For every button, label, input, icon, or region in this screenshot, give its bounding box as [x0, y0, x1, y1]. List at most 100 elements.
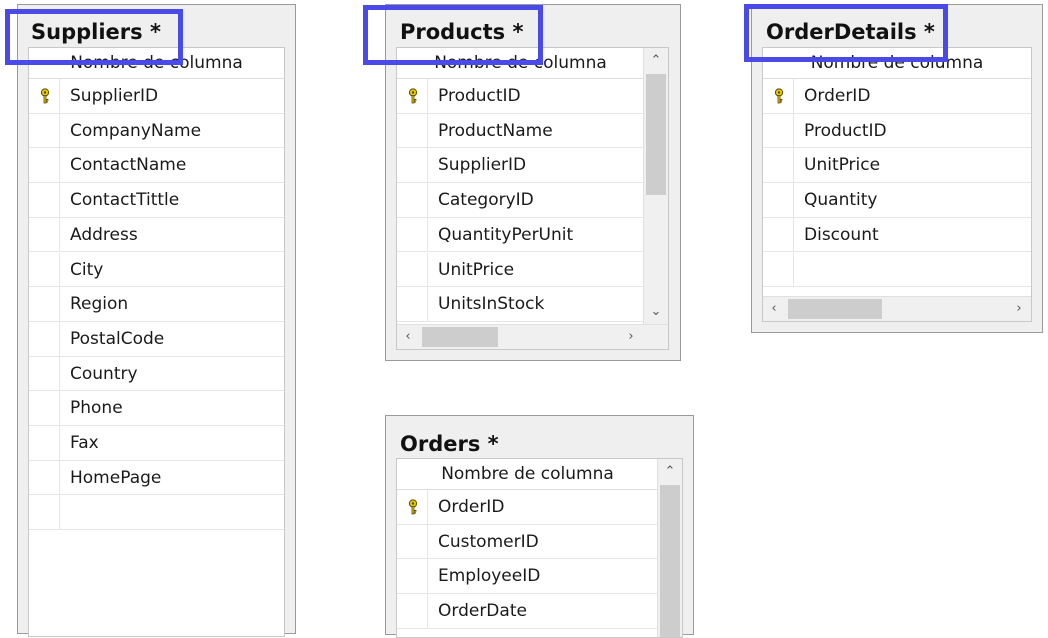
row-selector[interactable]: [397, 148, 428, 183]
table-row[interactable]: CompanyName: [29, 113, 284, 149]
table-row[interactable]: ProductID: [397, 79, 644, 114]
chevron-right-icon[interactable]: ›: [1010, 300, 1028, 318]
row-selector[interactable]: [29, 356, 60, 391]
row-selector[interactable]: [29, 391, 60, 425]
table-row[interactable]: QuantityPerUnit: [397, 217, 644, 253]
column-name: ContactTittle: [70, 190, 180, 211]
products-column-grid[interactable]: Nombre de columna ProductID ProductName Su…: [396, 47, 669, 350]
table-row[interactable]: UnitPrice: [397, 252, 644, 288]
table-row-empty[interactable]: [763, 252, 1031, 288]
row-selector[interactable]: [29, 495, 60, 530]
column-name: UnitPrice: [438, 259, 515, 280]
column-name: QuantityPerUnit: [438, 224, 574, 245]
table-row[interactable]: Quantity: [763, 183, 1031, 218]
table-row[interactable]: OrderDate: [397, 594, 658, 629]
table-row[interactable]: UnitsInStock: [397, 287, 644, 322]
table-row[interactable]: Address: [29, 217, 284, 253]
row-selector[interactable]: [397, 252, 428, 287]
row-selector[interactable]: [397, 490, 428, 524]
orders-title[interactable]: Orders *: [400, 432, 499, 456]
column-name: SupplierID: [70, 86, 159, 106]
row-selector[interactable]: [763, 79, 794, 113]
row-selector[interactable]: [397, 524, 428, 559]
column-name: EmployeeID: [438, 566, 541, 587]
chevron-down-icon[interactable]: ⌄: [647, 303, 665, 321]
suppliers-column-grid[interactable]: Nombre de columna SupplierID CompanyName C…: [28, 47, 285, 637]
table-row[interactable]: ProductID: [763, 113, 1031, 149]
column-name: Fax: [70, 433, 99, 453]
row-selector[interactable]: [397, 183, 428, 217]
row-selector[interactable]: [763, 217, 794, 252]
table-row[interactable]: ProductName: [397, 113, 644, 149]
table-row[interactable]: Region: [29, 287, 284, 322]
row-selector[interactable]: [763, 148, 794, 183]
column-name: Phone: [70, 398, 123, 419]
chevron-left-icon[interactable]: ‹: [399, 328, 417, 346]
table-row[interactable]: UnitPrice: [763, 148, 1031, 184]
row-selector[interactable]: [29, 183, 60, 217]
row-selector[interactable]: [29, 113, 60, 148]
table-row-empty[interactable]: [29, 495, 284, 531]
row-selector[interactable]: [397, 594, 428, 628]
products-vertical-scrollbar[interactable]: ⌃ ⌄: [643, 48, 668, 325]
orderdetails-title-highlight: [744, 4, 948, 62]
products-vertical-scroll-thumb[interactable]: [646, 74, 666, 195]
table-row[interactable]: Country: [29, 356, 284, 392]
column-name: ContactName: [70, 155, 187, 176]
orderdetails-column-grid[interactable]: Nombre de columna OrderID ProductID UnitPr…: [762, 47, 1032, 322]
column-name: Address: [70, 224, 138, 245]
row-selector[interactable]: [397, 217, 428, 252]
chevron-up-icon[interactable]: ⌃: [647, 52, 665, 70]
orders-column-grid[interactable]: Nombre de columna OrderID CustomerID Emplo…: [396, 458, 683, 638]
column-name: PostalCode: [70, 328, 165, 349]
table-row[interactable]: OrderID: [763, 79, 1031, 114]
row-selector[interactable]: [397, 113, 428, 148]
row-selector[interactable]: [29, 460, 60, 495]
table-row[interactable]: Phone: [29, 391, 284, 426]
key-icon: [774, 88, 784, 104]
row-selector[interactable]: [29, 426, 60, 460]
table-row[interactable]: OrderID: [397, 490, 658, 525]
table-row[interactable]: Discount: [763, 217, 1031, 253]
table-row[interactable]: Fax: [29, 426, 284, 461]
chevron-up-icon[interactable]: ⌃: [661, 463, 679, 481]
products-title-highlight: [363, 5, 543, 65]
table-row[interactable]: ContactTittle: [29, 183, 284, 218]
row-selector[interactable]: [763, 183, 794, 217]
chevron-right-icon[interactable]: ›: [622, 328, 640, 346]
table-row[interactable]: SupplierID: [29, 79, 284, 114]
orderdetails-horizontal-scrollbar[interactable]: ‹ ›: [763, 296, 1031, 321]
table-row[interactable]: CustomerID: [397, 524, 658, 560]
row-selector[interactable]: [397, 287, 428, 321]
row-selector[interactable]: [763, 252, 794, 287]
products-horizontal-scroll-thumb[interactable]: [422, 327, 498, 347]
table-row[interactable]: CategoryID: [397, 183, 644, 218]
column-name: OrderDate: [438, 601, 527, 622]
column-name: ProductName: [438, 120, 553, 141]
table-row[interactable]: ContactName: [29, 148, 284, 184]
chevron-left-icon[interactable]: ‹: [765, 300, 783, 318]
row-selector[interactable]: [29, 148, 60, 183]
table-row[interactable]: SupplierID: [397, 148, 644, 184]
column-name: City: [70, 259, 104, 280]
column-name: Region: [70, 294, 129, 315]
row-selector[interactable]: [397, 79, 428, 113]
row-selector[interactable]: [29, 252, 60, 287]
row-selector[interactable]: [29, 79, 60, 113]
orderdetails-horizontal-scroll-thumb[interactable]: [788, 299, 882, 319]
table-row[interactable]: HomePage: [29, 460, 284, 496]
table-row[interactable]: City: [29, 252, 284, 288]
products-horizontal-scrollbar[interactable]: ‹ ›: [397, 324, 668, 349]
column-name: SupplierID: [438, 155, 527, 176]
row-selector[interactable]: [29, 321, 60, 356]
table-row[interactable]: EmployeeID: [397, 559, 658, 595]
orders-vertical-scroll-thumb[interactable]: [660, 485, 680, 637]
row-selector[interactable]: [397, 559, 428, 594]
row-selector[interactable]: [29, 287, 60, 321]
orders-vertical-scrollbar[interactable]: ⌃: [657, 459, 682, 637]
row-selector[interactable]: [29, 217, 60, 252]
column-name: ProductID: [804, 120, 887, 141]
row-selector[interactable]: [763, 113, 794, 148]
table-row[interactable]: PostalCode: [29, 321, 284, 357]
orders-column-header: Nombre de columna: [397, 459, 658, 490]
